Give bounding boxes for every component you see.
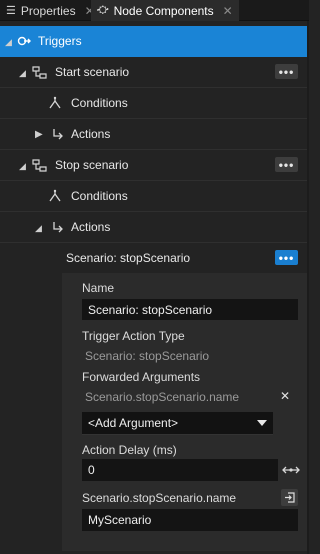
conditions-icon [48, 189, 62, 203]
actions-icon [51, 220, 65, 234]
trigger-node-icon [31, 157, 47, 173]
tab-properties[interactable]: ☰ Properties ✕ [0, 0, 101, 21]
name-field[interactable]: Scenario: stopScenario [82, 299, 298, 320]
action-delay-field[interactable]: 0 [82, 459, 278, 481]
action-delay-label: Action Delay (ms) [82, 443, 177, 457]
name-label: Name [82, 281, 115, 295]
tree-item-label: Actions [71, 127, 111, 141]
forwarded-argument-item: Scenario.stopScenario.name [85, 390, 240, 404]
remove-argument-icon[interactable]: ✕ [280, 389, 290, 403]
scenario-name-label: Scenario.stopScenario.name [82, 491, 237, 505]
add-argument-label: <Add Argument> [88, 416, 179, 430]
trigger-action-type-label: Trigger Action Type [82, 329, 185, 343]
actions-icon [51, 127, 65, 141]
tree-item-label: Actions [71, 220, 111, 234]
tab-bar: ☰ Properties ✕ ⛮ Node Components ✕ [0, 0, 309, 21]
tree-item-label: Conditions [71, 189, 128, 203]
trigger-action-type-value: Scenario: stopScenario [85, 349, 210, 363]
tree-item-label: Scenario: stopScenario [66, 251, 191, 265]
tree-item-conditions[interactable]: Conditions [0, 181, 309, 212]
tree-item-start-scenario[interactable]: ◢ Start scenario ••• [0, 57, 309, 88]
trigger-node-icon [31, 64, 47, 80]
tree-item-conditions[interactable]: Conditions [0, 88, 309, 119]
tree-item-action-stop-scenario[interactable]: Scenario: stopScenario ••• [0, 243, 309, 274]
trigger-icon [17, 34, 31, 48]
bind-property-icon[interactable] [281, 489, 298, 506]
drag-value-icon[interactable] [282, 465, 300, 475]
scrollbar[interactable] [307, 21, 309, 554]
tree-item-actions[interactable]: ▶ Actions [0, 119, 309, 150]
expanded-arrow-icon[interactable]: ◢ [19, 68, 26, 79]
tree-item-label: Conditions [71, 96, 128, 110]
more-options-button[interactable]: ••• [275, 64, 298, 79]
more-options-button[interactable]: ••• [275, 157, 298, 172]
conditions-icon [48, 96, 62, 110]
expanded-arrow-icon[interactable]: ◢ [5, 37, 12, 48]
tree-item-actions[interactable]: ◢ Actions [0, 212, 309, 243]
forwarded-arguments-label: Forwarded Arguments [82, 370, 201, 384]
expanded-arrow-icon[interactable]: ◢ [19, 161, 26, 172]
expanded-arrow-icon[interactable]: ◢ [35, 223, 42, 234]
chevron-down-icon [257, 420, 267, 426]
more-options-button[interactable]: ••• [275, 250, 298, 265]
close-icon[interactable]: ✕ [223, 4, 233, 18]
collapsed-arrow-icon[interactable]: ▶ [35, 129, 43, 140]
list-icon: ☰ [6, 5, 16, 17]
tree-item-triggers[interactable]: ◢ Triggers [0, 26, 309, 57]
action-properties-panel: Name Scenario: stopScenario Trigger Acti… [62, 273, 307, 551]
tab-node-components[interactable]: ⛮ Node Components ✕ [91, 0, 239, 21]
tree-item-label: Stop scenario [55, 158, 129, 172]
scenario-name-field[interactable]: MyScenario [82, 509, 298, 531]
tab-properties-label: Properties [20, 3, 76, 18]
tree-item-stop-scenario[interactable]: ◢ Stop scenario ••• [0, 150, 309, 181]
tree-item-label: Triggers [38, 34, 82, 48]
tab-node-components-label: Node Components [113, 3, 214, 18]
tree-item-label: Start scenario [55, 65, 130, 79]
node-components-icon: ⛮ [97, 4, 109, 16]
add-argument-dropdown[interactable]: <Add Argument> [82, 412, 273, 435]
